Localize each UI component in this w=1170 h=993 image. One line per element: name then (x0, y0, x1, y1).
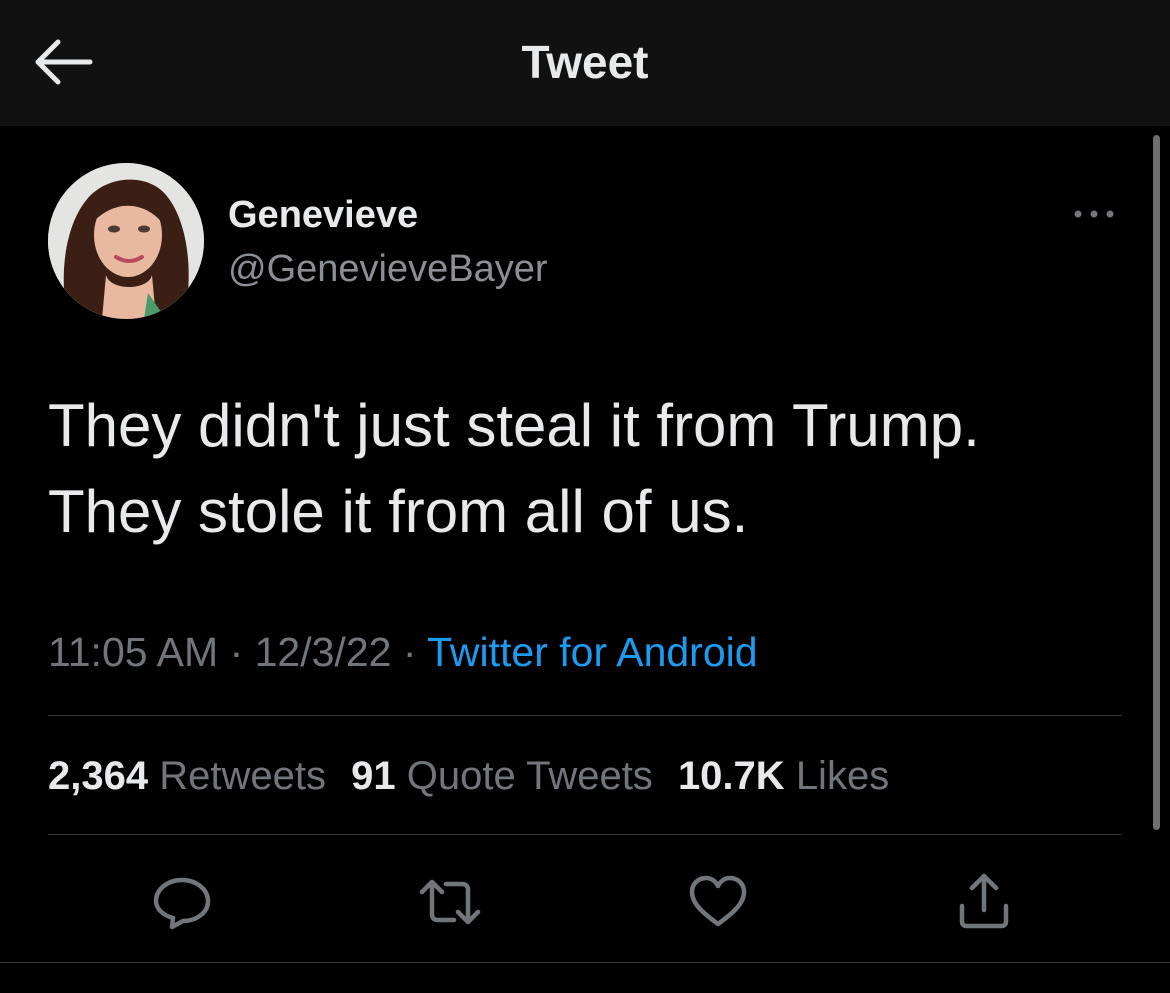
divider (48, 715, 1122, 716)
retweet-button[interactable] (418, 870, 482, 934)
divider (48, 834, 1122, 835)
tweet-meta: 11:05 AM · 12/3/22 · Twitter for Android (48, 624, 758, 680)
tweet-source-link[interactable]: Twitter for Android (427, 629, 757, 675)
retweet-icon (419, 879, 481, 925)
retweets-label: Retweets (159, 754, 326, 798)
likes-stat[interactable]: 10.7K Likes (678, 754, 889, 798)
tweet-stats: 2,364 Retweets 91 Quote Tweets 10.7K Lik… (48, 750, 903, 802)
page-title: Tweet (521, 36, 649, 88)
tweet-time: 11:05 AM (48, 629, 219, 675)
display-name[interactable]: Genevieve (228, 192, 418, 238)
tweet-date: 12/3/22 (254, 629, 392, 675)
scrollbar[interactable] (1153, 135, 1160, 830)
tweet-line: They stole it from all of us. (48, 478, 749, 545)
quote-tweets-label: Quote Tweets (406, 754, 653, 798)
likes-count: 10.7K (677, 754, 785, 798)
avatar-photo (48, 163, 204, 319)
like-button[interactable] (686, 870, 750, 934)
tweet-line: They didn't just steal it from Trump. (48, 392, 980, 459)
bottom-divider (0, 962, 1170, 963)
more-dots-icon (1074, 210, 1114, 218)
meta-separator: · (391, 629, 428, 675)
quote-tweets-count: 91 (351, 754, 396, 798)
avatar[interactable] (48, 163, 204, 319)
user-handle[interactable]: @GenevieveBayer (228, 246, 548, 292)
top-bar: Tweet (0, 0, 1170, 126)
retweets-count: 2,364 (48, 754, 149, 798)
meta-separator: · (218, 629, 255, 675)
share-button[interactable] (952, 870, 1016, 934)
retweets-stat[interactable]: 2,364 Retweets (48, 754, 326, 798)
more-options-button[interactable] (1068, 196, 1120, 232)
quote-tweets-stat[interactable]: 91 Quote Tweets (351, 754, 653, 798)
tweet-text: They didn't just steal it from Trump. Th… (48, 383, 1128, 555)
likes-label: Likes (795, 754, 890, 798)
share-icon (959, 873, 1009, 929)
reply-icon (153, 877, 211, 930)
like-icon (689, 875, 747, 927)
reply-button[interactable] (150, 870, 214, 934)
